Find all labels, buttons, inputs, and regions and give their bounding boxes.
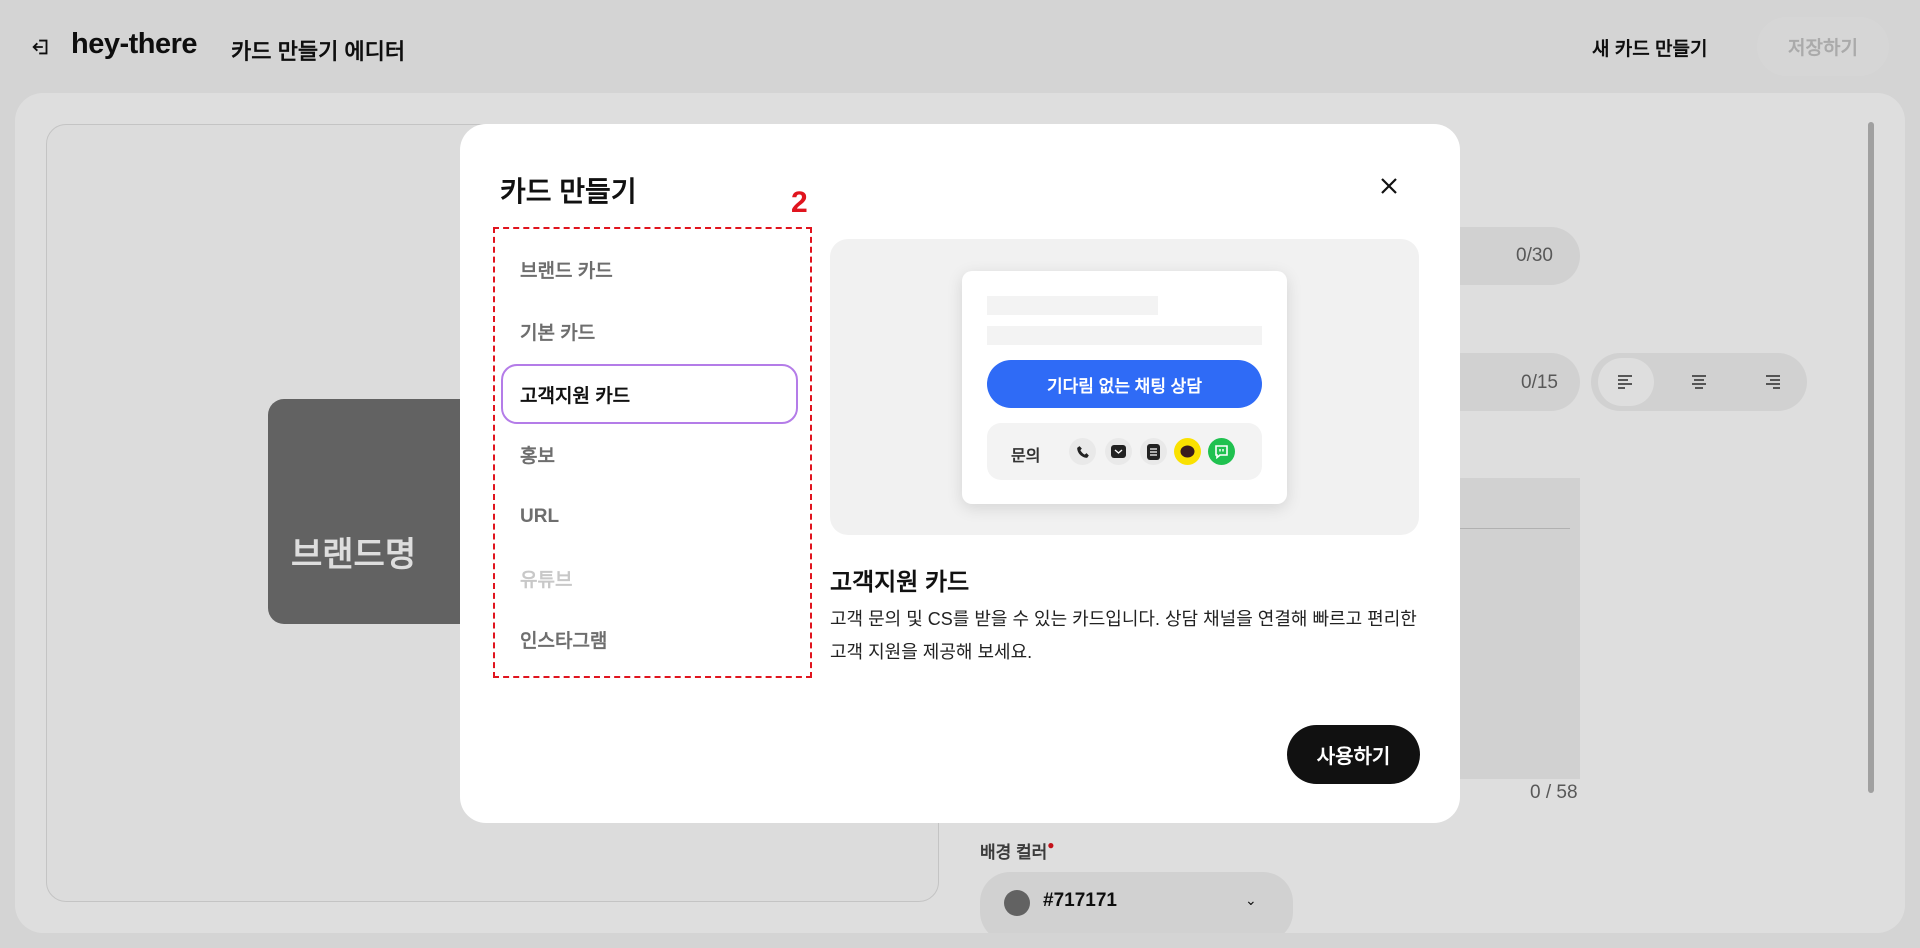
- mail-icon: [1105, 438, 1132, 465]
- card-type-promotion[interactable]: 홍보: [501, 424, 798, 484]
- card-type-preview: 기다림 없는 채팅 상담 문의: [830, 239, 1419, 535]
- skeleton-line: [987, 326, 1262, 345]
- create-card-modal: 카드 만들기 2 브랜드 카드 기본 카드 고객지원 카드 홍보 URL 유튜브…: [460, 124, 1460, 823]
- modal-title: 카드 만들기: [500, 176, 637, 207]
- preview-inquiry-row: 문의: [987, 423, 1262, 480]
- card-type-instagram[interactable]: 인스타그램: [501, 609, 798, 669]
- card-type-brand[interactable]: 브랜드 카드: [501, 239, 798, 299]
- use-button[interactable]: 사용하기: [1287, 725, 1420, 784]
- preview-cta-button: 기다림 없는 채팅 상담: [987, 360, 1262, 408]
- card-type-url[interactable]: URL: [501, 487, 798, 547]
- preview-card: 기다림 없는 채팅 상담 문의: [962, 271, 1287, 504]
- selected-card-title: 고객지원 카드: [830, 569, 970, 596]
- card-type-customer-support[interactable]: 고객지원 카드: [501, 364, 798, 424]
- phone-icon: [1069, 438, 1096, 465]
- inquiry-label: 문의: [1011, 448, 1041, 465]
- card-type-basic[interactable]: 기본 카드: [501, 301, 798, 361]
- card-type-youtube: 유튜브: [520, 569, 573, 591]
- selected-card-description: 고객 문의 및 CS를 받을 수 있는 카드입니다. 상담 채널을 연결해 빠르…: [830, 609, 1417, 662]
- kakaotalk-icon: [1174, 438, 1201, 465]
- naver-talk-icon: [1208, 438, 1235, 465]
- skeleton-line: [987, 296, 1158, 315]
- close-icon[interactable]: [1375, 172, 1403, 200]
- annotation-label: 2: [791, 186, 808, 219]
- document-icon: [1140, 438, 1167, 465]
